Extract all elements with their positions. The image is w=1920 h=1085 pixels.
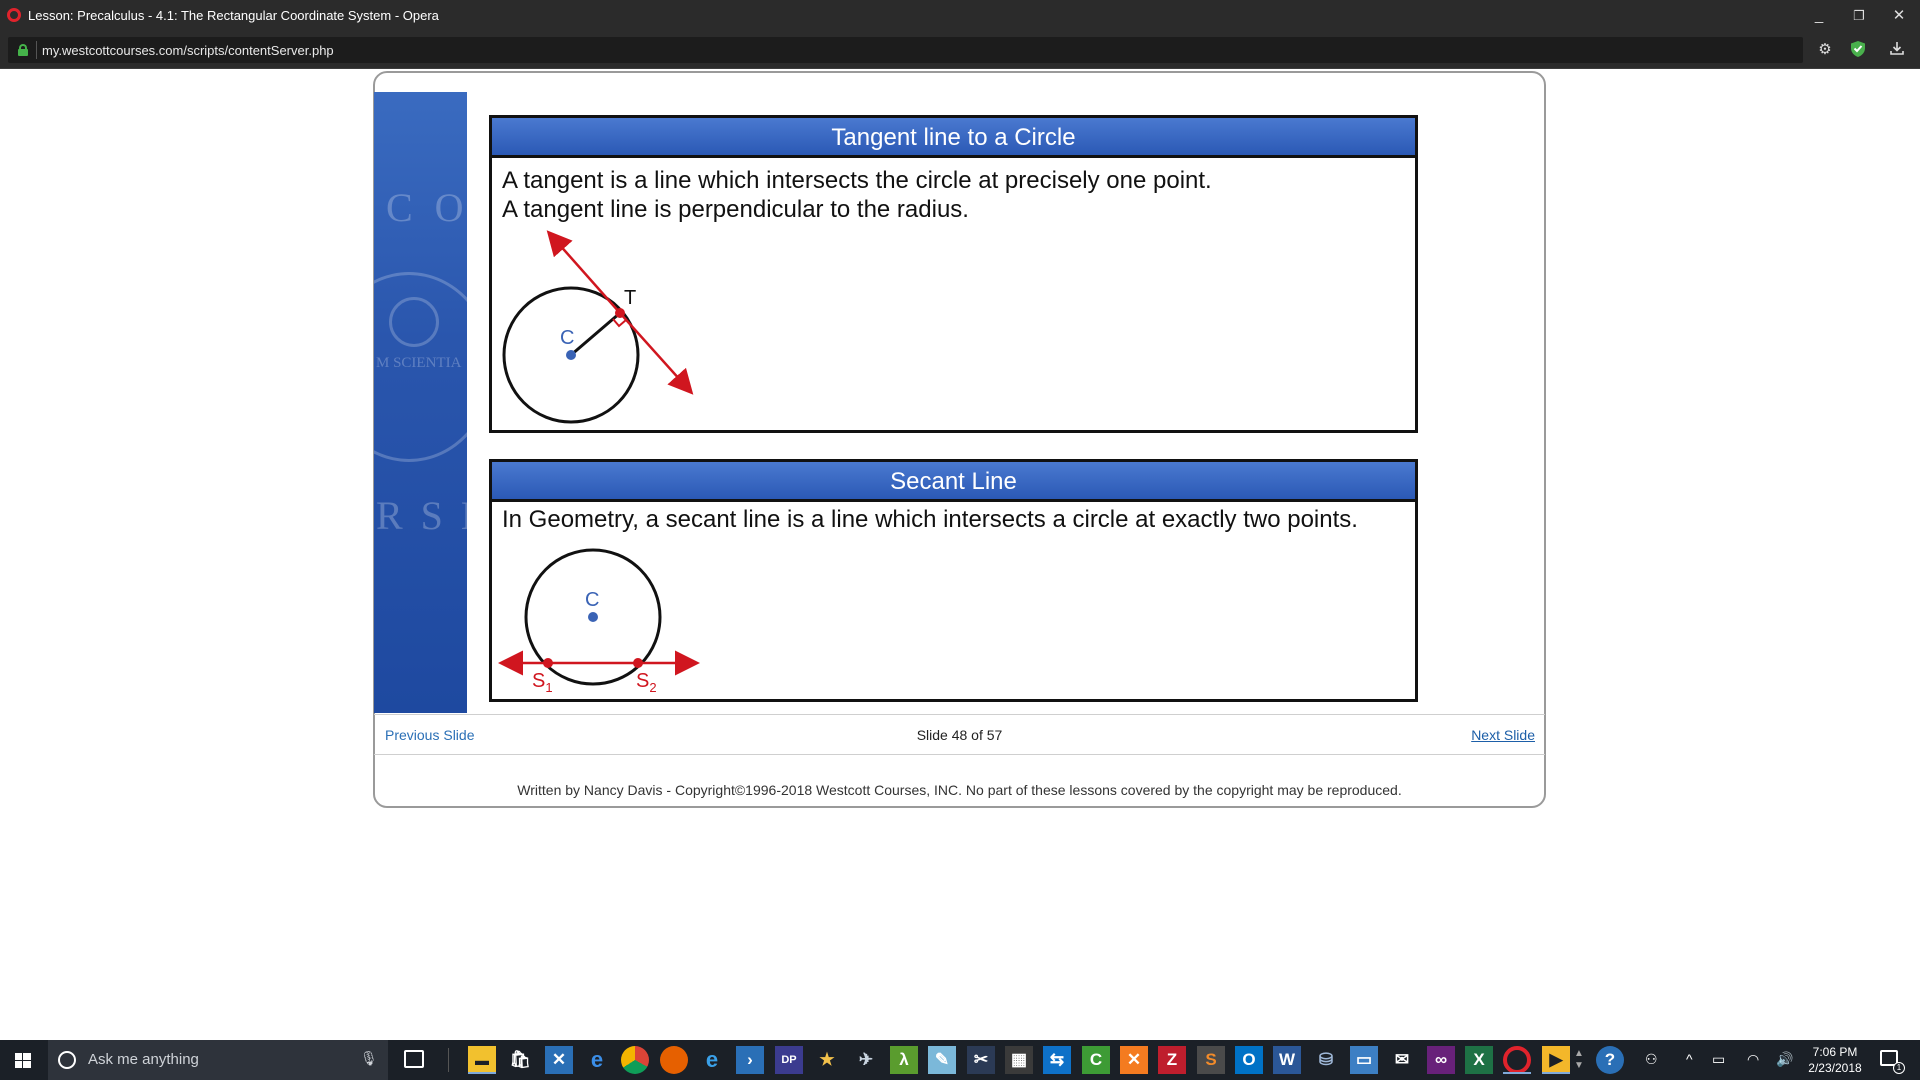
remote-app-icon[interactable]: ▭ (1350, 1046, 1378, 1074)
tangent-diagram: C T (502, 230, 694, 424)
excel-icon[interactable]: X (1465, 1046, 1493, 1074)
outlook-icon[interactable]: O (1235, 1046, 1263, 1074)
teamviewer-icon[interactable]: ⇆ (1043, 1046, 1071, 1074)
lambda-app-icon[interactable]: λ (890, 1046, 918, 1074)
lock-icon[interactable] (18, 44, 28, 56)
secant-center-point (588, 612, 598, 622)
slides-app-icon[interactable]: ▶ (1542, 1046, 1570, 1074)
copyright-footer: Written by Nancy Davis - Copyright©1996-… (517, 782, 1402, 798)
word-icon[interactable]: W (1273, 1046, 1301, 1074)
url-field[interactable]: my.westcottcourses.com/scripts/contentSe… (8, 37, 1803, 63)
clock-date: 2/23/2018 (1808, 1061, 1862, 1075)
secant-text-line1: In Geometry, a secant line is a line whi… (502, 506, 1358, 533)
ie-icon[interactable]: e (698, 1046, 726, 1074)
network-app-icon[interactable]: ⛁ (1312, 1046, 1340, 1074)
secant-label-s2: S2 (636, 670, 657, 695)
windows-taskbar: Ask me anything 🎙 ▬ 🛍 ✕ e e › DP ★ ✈ λ ✎… (0, 1040, 1920, 1080)
secant-label-s1: S1 (532, 670, 553, 695)
watermark-bottom: R S E (376, 493, 467, 538)
download-icon[interactable] (1887, 40, 1907, 60)
windows-logo-icon (15, 1053, 31, 1068)
mail-icon[interactable]: ✉ (1388, 1046, 1416, 1074)
microphone-icon[interactable]: 🎙 (360, 1050, 378, 1067)
tangent-point (615, 308, 625, 318)
watermark-mid: M SCIENTIA (376, 355, 462, 371)
battery-icon[interactable]: ▭ (1712, 1051, 1725, 1068)
dp-icon[interactable]: DP (775, 1046, 803, 1074)
remote-desktop-icon[interactable]: ✈ (852, 1046, 880, 1074)
search-placeholder: Ask me anything (88, 1051, 199, 1068)
powershell-icon[interactable]: › (736, 1046, 764, 1074)
taskbar-scroll-icon[interactable]: ▲ ▼ (1574, 1048, 1584, 1072)
url-text[interactable]: my.westcottcourses.com/scripts/contentSe… (42, 43, 334, 58)
tangent-line-up (546, 230, 621, 314)
settings-icon[interactable]: ⚙ (1815, 40, 1835, 60)
firefox-icon[interactable] (660, 1046, 688, 1074)
star-app-icon[interactable]: ★ (813, 1046, 841, 1074)
slide-counter: Slide 48 of 57 (916, 727, 1003, 743)
close-button[interactable]: ✕ (1882, 0, 1916, 31)
calculator-icon[interactable]: ▦ (1005, 1046, 1033, 1074)
xampp-icon[interactable]: ✕ (1120, 1046, 1148, 1074)
filezilla-icon[interactable]: Z (1158, 1046, 1186, 1074)
center-point (566, 350, 576, 360)
watermark-top: C O (386, 185, 467, 230)
cortana-search-box[interactable]: Ask me anything 🎙 (48, 1040, 388, 1080)
cortana-icon (58, 1051, 76, 1069)
shield-icon[interactable] (1848, 40, 1868, 60)
help-icon[interactable]: ? (1596, 1046, 1624, 1074)
task-view-icon[interactable] (404, 1050, 424, 1068)
xsplit-icon[interactable]: ✕ (545, 1046, 573, 1074)
secant-panel: Secant Line In Geometry, a secant line i… (489, 459, 1418, 702)
tangent-line-down (619, 312, 694, 395)
opera-taskbar-icon[interactable] (1503, 1046, 1531, 1074)
tangent-panel-title: Tangent line to a Circle (492, 118, 1415, 158)
notepad-icon[interactable]: ✎ (928, 1046, 956, 1074)
people-icon[interactable]: ⚇ (1645, 1051, 1658, 1068)
lesson-sidebar: C O M SCIENTIA R S E (374, 92, 467, 713)
edge-icon[interactable]: e (583, 1046, 611, 1074)
right-angle-marker (612, 318, 627, 328)
start-button[interactable] (0, 1040, 46, 1080)
sublime-icon[interactable]: S (1197, 1046, 1225, 1074)
notification-badge: 1 (1893, 1062, 1905, 1074)
tangent-point-label: T (624, 287, 636, 309)
secant-diagram: C S1 S2 (498, 548, 700, 695)
secant-point-s2 (633, 658, 643, 668)
wifi-icon[interactable]: ◠ (1747, 1051, 1759, 1068)
visual-studio-icon[interactable]: ∞ (1427, 1046, 1455, 1074)
camtasia-icon[interactable]: C (1082, 1046, 1110, 1074)
minimize-button[interactable]: _ (1802, 0, 1836, 31)
secant-panel-title: Secant Line (492, 462, 1415, 502)
store-icon[interactable]: 🛍 (506, 1046, 534, 1074)
system-clock[interactable]: 7:06 PM 2/23/2018 (1800, 1044, 1870, 1076)
window-title: Lesson: Precalculus - 4.1: The Rectangul… (28, 8, 439, 23)
tangent-panel: Tangent line to a Circle A tangent is a … (489, 115, 1418, 433)
snip-tool-icon[interactable]: ✂ (967, 1046, 995, 1074)
tray-expand-icon[interactable]: ^ (1686, 1051, 1693, 1067)
slide-navigation: Previous Slide Slide 48 of 57 Next Slide (374, 714, 1545, 755)
url-separator (36, 41, 37, 59)
globe-icon (389, 297, 439, 347)
file-explorer-icon[interactable]: ▬ (468, 1046, 496, 1074)
taskbar-divider (448, 1048, 449, 1072)
address-bar: my.westcottcourses.com/scripts/contentSe… (0, 31, 1920, 69)
volume-icon[interactable]: 🔊 (1776, 1051, 1793, 1068)
clock-time: 7:06 PM (1812, 1045, 1858, 1059)
next-slide-link[interactable]: Next Slide (1471, 727, 1535, 743)
secant-point-s1 (543, 658, 553, 668)
secant-center-label: C (585, 589, 599, 611)
window-titlebar: Lesson: Precalculus - 4.1: The Rectangul… (0, 0, 1920, 31)
restore-button[interactable]: ❐ (1842, 0, 1876, 31)
tangent-center-label: C (560, 327, 574, 349)
tangent-text-line1: A tangent is a line which intersects the… (502, 167, 1212, 194)
opera-logo-icon (7, 8, 21, 22)
chrome-icon[interactable] (621, 1046, 649, 1074)
